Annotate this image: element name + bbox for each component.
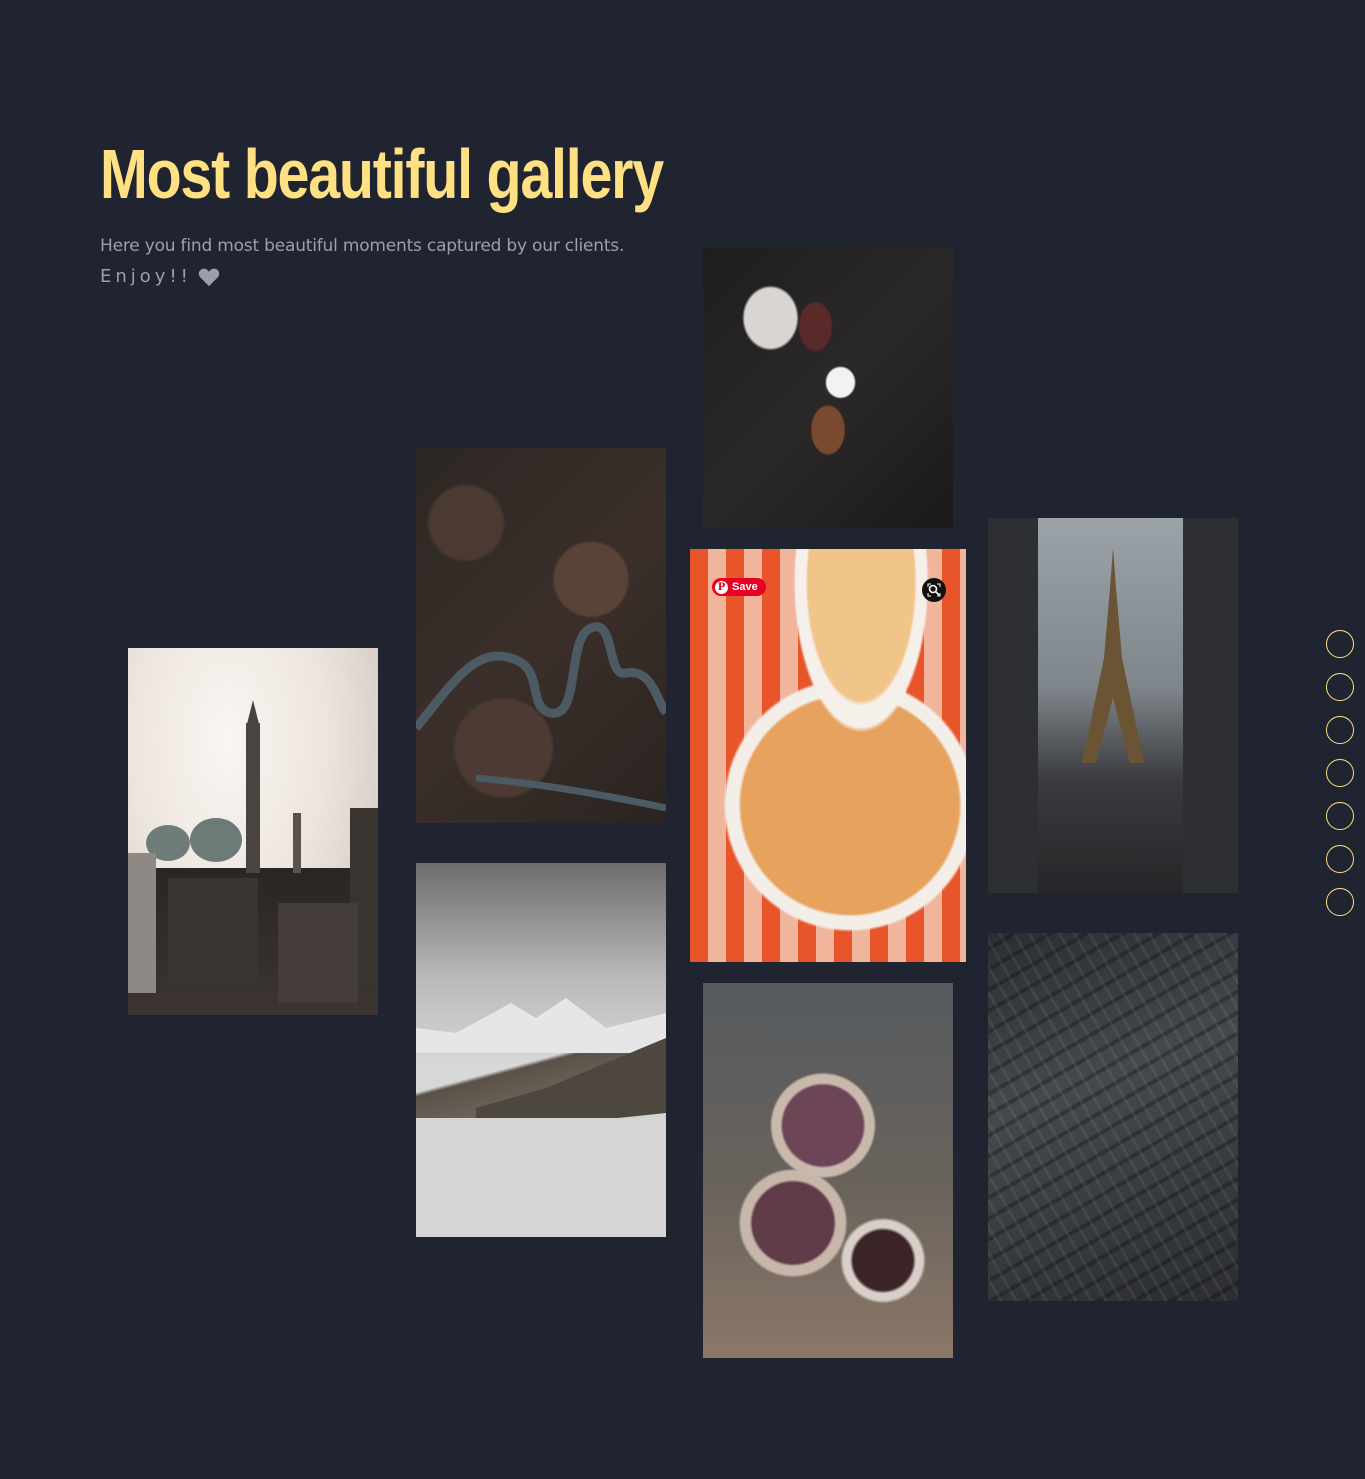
pinterest-save-button[interactable]: P Save	[712, 578, 766, 596]
eiffel-tower-shape	[1082, 548, 1144, 763]
eiffel-tower-street-photo[interactable]	[988, 518, 1238, 893]
gallery-pagination	[1326, 630, 1354, 916]
pizza-checkered-tablecloth-photo[interactable]: P Save	[690, 549, 966, 962]
pagination-dot[interactable]	[1326, 716, 1354, 744]
pinterest-icon: P	[715, 580, 728, 594]
pagination-dot[interactable]	[1326, 802, 1354, 830]
enjoy-text: Enjoy!!	[100, 266, 192, 287]
pagination-dot[interactable]	[1326, 630, 1354, 658]
pagination-dot[interactable]	[1326, 673, 1354, 701]
spices-spoons-photo[interactable]	[703, 248, 953, 528]
winding-forest-road-photo[interactable]	[416, 448, 666, 823]
heart-icon	[198, 268, 220, 286]
aerial-city-night-photo[interactable]	[988, 933, 1238, 1301]
winding-road	[416, 622, 666, 812]
berry-bowls-photo[interactable]	[703, 983, 953, 1358]
pagination-dot[interactable]	[1326, 759, 1354, 787]
visual-search-icon	[927, 583, 941, 597]
mosque-silhouette	[128, 700, 378, 1003]
snowy-mountain-clouds-photo[interactable]	[416, 863, 666, 1237]
pagination-dot[interactable]	[1326, 845, 1354, 873]
visual-search-button[interactable]	[922, 578, 946, 602]
page-subtitle: Here you find most beautiful moments cap…	[100, 236, 625, 256]
pagination-dot[interactable]	[1326, 888, 1354, 916]
enjoy-line: Enjoy!!	[100, 266, 220, 287]
mountain-peaks	[416, 998, 666, 1237]
page-title: Most beautiful gallery	[100, 135, 664, 213]
save-label: Save	[732, 581, 758, 593]
mosque-skyline-photo[interactable]	[128, 648, 378, 1015]
